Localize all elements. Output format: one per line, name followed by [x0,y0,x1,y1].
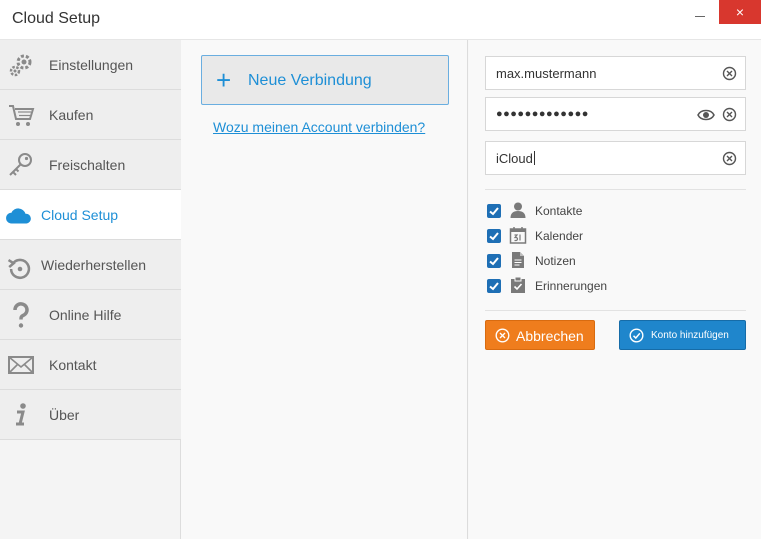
password-field[interactable]: ●●●●●●●●●●●●● [485,97,746,131]
option-label: Erinnerungen [535,279,608,293]
option-notizen[interactable]: Notizen [487,250,727,272]
minimize-button[interactable] [695,16,705,17]
clear-icon[interactable] [722,107,737,122]
window-title: Cloud Setup [12,10,101,27]
key-icon [7,151,35,179]
sidebar-item-wiederherstellen[interactable]: Wiederherstellen [0,240,181,290]
connections-panel: + Neue Verbindung Wozu meinen Account ve… [181,40,468,539]
provider-value: iCloud [496,151,535,166]
clear-icon[interactable] [722,151,737,166]
sidebar-item-label: Kaufen [49,107,94,123]
info-icon [7,401,35,429]
option-label: Kalender [535,229,584,243]
plus-icon: + [216,65,232,95]
cancel-icon [495,328,510,343]
sidebar-item-kaufen[interactable]: Kaufen [0,90,181,140]
cancel-button[interactable]: Abbrechen [485,320,595,350]
username-field[interactable]: max.mustermann [485,56,746,90]
add-account-label: Konto hinzufügen [651,330,729,341]
divider [485,310,746,311]
sidebar-item-freischalten[interactable]: Freischalten [0,140,181,190]
username-value: max.mustermann [496,66,597,81]
sidebar-item-label: Online Hilfe [49,307,122,323]
sidebar-item-label: Einstellungen [49,57,134,73]
password-value: ●●●●●●●●●●●●● [496,108,589,120]
account-form: max.mustermann ●●●●●●●●●●●●● iCloud Kont… [469,40,761,539]
new-connection-button[interactable]: + Neue Verbindung [201,55,449,105]
why-connect-link[interactable]: Wozu meinen Account verbinden? [213,119,425,135]
question-icon [7,301,35,329]
add-account-button[interactable]: Konto hinzufügen [619,320,746,350]
close-button[interactable]: × [719,0,761,24]
cart-icon [7,101,35,129]
option-kontakte[interactable]: Kontakte [487,200,727,222]
restore-icon [6,255,31,280]
gears-icon [7,51,35,79]
checkbox[interactable] [487,279,501,293]
sidebar-item-einstellungen[interactable]: Einstellungen [0,40,181,90]
clear-icon[interactable] [722,66,737,81]
new-connection-label: Neue Verbindung [248,72,372,89]
sidebar-item-label: Wiederherstellen [41,257,147,273]
sidebar-item-kontakt[interactable]: Kontakt [0,340,181,390]
calendar-icon [509,226,527,244]
eye-icon[interactable] [697,108,715,122]
checkbox[interactable] [487,254,501,268]
envelope-icon [7,351,35,379]
option-erinnerungen[interactable]: Erinnerungen [487,275,727,297]
option-label: Notizen [535,254,576,268]
option-label: Kontakte [535,204,583,218]
sidebar: Einstellungen Kaufen Freischalten Cloud … [0,40,181,539]
sidebar-item-online-hilfe[interactable]: Online Hilfe [0,290,181,340]
sidebar-item-label: Über [49,407,80,423]
sidebar-item-label: Cloud Setup [41,207,119,223]
checkbox[interactable] [487,204,501,218]
check-circle-icon [629,328,644,343]
note-icon [509,251,527,269]
title-bar: Cloud Setup × [0,0,761,40]
cloud-icon [5,203,31,227]
sidebar-item-label: Freischalten [49,157,126,173]
sidebar-item-label: Kontakt [49,357,97,373]
option-kalender[interactable]: Kalender [487,225,727,247]
sidebar-item-ueber[interactable]: Über [0,390,181,440]
checkbox[interactable] [487,229,501,243]
divider [485,189,746,190]
cancel-label: Abbrechen [516,328,584,344]
provider-field[interactable]: iCloud [485,141,746,175]
sidebar-item-cloud-setup[interactable]: Cloud Setup [0,190,181,240]
clipboard-check-icon [509,276,527,294]
person-icon [509,201,527,219]
